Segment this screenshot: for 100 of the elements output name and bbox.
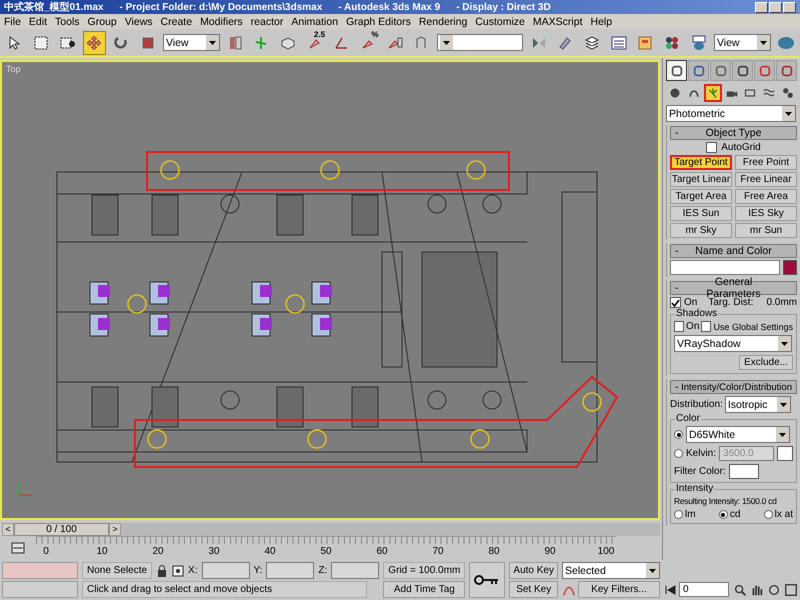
maxscript-output-field[interactable] — [2, 581, 78, 598]
menu-item[interactable]: Help — [590, 16, 612, 28]
checkbox-label: AutoGrid — [721, 142, 761, 153]
key-mode-dropdown[interactable]: Selected — [562, 562, 660, 579]
panel-tab[interactable] — [732, 60, 753, 81]
close-button[interactable] — [783, 2, 796, 12]
view-dropdown[interactable]: View — [162, 34, 220, 51]
caret-icon — [781, 342, 788, 346]
time-slider-thumb[interactable]: 0 / 100 — [14, 522, 109, 536]
toolbar-button[interactable]: 2.5 — [303, 30, 326, 54]
on-checkbox[interactable] — [670, 297, 681, 308]
distribution-dropdown[interactable]: Isotropic — [724, 396, 791, 413]
menu-item[interactable]: reactor — [250, 16, 284, 28]
absolute-mode-icon — [172, 564, 184, 576]
timeline-tick-label: 100 — [596, 546, 616, 559]
menu-item[interactable]: File — [4, 16, 21, 28]
x-coordinate-field[interactable] — [202, 562, 250, 579]
radio-button[interactable] — [764, 510, 773, 519]
menu-item[interactable]: Tools — [55, 16, 80, 28]
menu-item[interactable]: Rendering — [418, 16, 468, 28]
exclude-button[interactable]: Exclude... — [739, 355, 793, 370]
next-frame-button[interactable]: > — [109, 522, 121, 536]
filter-color-swatch[interactable] — [728, 464, 759, 479]
caret-icon — [785, 112, 792, 116]
shadows-on-checkbox[interactable] — [674, 321, 684, 332]
rollout-header[interactable]: - Name and Color — [670, 244, 797, 258]
menu-item[interactable]: Group — [88, 16, 117, 28]
timeline-tick-label: 90 — [543, 546, 557, 559]
previous-frame-button[interactable]: < — [2, 522, 14, 536]
color-preset-dropdown[interactable]: D65White — [686, 426, 790, 443]
timeline-tick-label: 50 — [319, 546, 333, 559]
light-type-button[interactable]: Target Point — [670, 155, 732, 170]
menu-item[interactable]: Edit — [28, 16, 48, 28]
radio-button[interactable] — [674, 510, 683, 519]
grid-size: Grid = 100.0mm — [383, 562, 466, 579]
radio-button[interactable] — [674, 449, 683, 458]
light-type-button[interactable]: Free Linear — [735, 172, 797, 187]
orbit-icon — [767, 582, 781, 596]
crossing-selection-icon — [60, 34, 76, 50]
light-type-button[interactable]: Free Area — [735, 189, 797, 204]
rollout-header[interactable]: - Object Type — [670, 126, 797, 140]
name-field[interactable] — [670, 260, 780, 275]
light-type-button[interactable]: mr Sun — [735, 223, 797, 238]
radio-button[interactable] — [674, 430, 683, 439]
category-button[interactable] — [704, 84, 722, 102]
menu-item[interactable]: MAXScript — [532, 16, 582, 28]
menu-item[interactable]: Customize — [475, 16, 525, 28]
type-dropdown[interactable]: Photometric — [666, 105, 796, 122]
window-title: - Autodesk 3ds Max 9 — [338, 2, 440, 12]
distance-value: 0.0mm — [766, 297, 797, 308]
time-slider-track[interactable]: < 0 / 100 > — [2, 522, 660, 536]
set-key-mode-button[interactable]: Set Key — [509, 581, 558, 598]
object-color-swatch[interactable] — [783, 260, 797, 275]
menu-item[interactable]: Create — [160, 16, 192, 28]
menu-item[interactable]: Animation — [291, 16, 338, 28]
lock-icon — [156, 564, 168, 578]
global-settings-checkbox[interactable] — [701, 321, 712, 332]
zoom-icon — [733, 582, 747, 596]
sphere-icon — [668, 87, 681, 99]
radio-label: lm — [685, 509, 696, 520]
menu-item[interactable]: Views — [124, 16, 153, 28]
add-time-tag-button[interactable]: Add Time Tag — [383, 581, 466, 598]
view-dropdown[interactable]: View — [714, 34, 770, 51]
material-spheres-icon — [664, 34, 680, 50]
light-type-button[interactable]: Free Point — [735, 155, 797, 170]
view-dropdown[interactable] — [436, 34, 524, 51]
panel-tab[interactable] — [666, 60, 687, 81]
menu-item[interactable]: Modifiers — [200, 16, 243, 28]
align-icon — [557, 34, 574, 50]
auto-key-button[interactable]: Auto Key — [509, 562, 558, 579]
rotate-icon — [112, 34, 129, 50]
kelvin-color-swatch[interactable] — [777, 446, 793, 461]
maxscript-listener-field[interactable] — [2, 562, 78, 579]
radio-label: cd — [730, 509, 740, 520]
autogrid-checkbox[interactable] — [706, 142, 718, 153]
current-frame-field[interactable]: 0 — [679, 582, 729, 597]
selection-region-icon — [32, 34, 49, 50]
toolbar-button[interactable]: % — [356, 30, 380, 54]
toolbar-button[interactable] — [82, 30, 106, 54]
field-label: Distribution: — [670, 399, 723, 410]
key-filters-button[interactable]: Key Filters... — [578, 581, 660, 598]
checkbox-label: On — [686, 321, 700, 332]
z-coordinate-field[interactable] — [331, 562, 380, 579]
shadow-type-dropdown[interactable]: VRayShadow — [674, 335, 792, 352]
y-coordinate-field[interactable] — [266, 562, 314, 579]
caret-icon — [649, 568, 656, 572]
light-type-button[interactable]: IES Sky — [735, 206, 797, 221]
curve-editor-toggle-icon — [10, 540, 26, 556]
rollout-header[interactable]: - Intensity/Color/Distribution — [670, 380, 797, 394]
menu-item[interactable]: Graph Editors — [346, 16, 411, 28]
radio-button[interactable] — [718, 510, 728, 519]
snap-value-label: 2.5 — [314, 30, 326, 38]
window-title: - Display : Direct 3D — [456, 2, 551, 12]
light-type-button[interactable]: mr Sky — [670, 223, 732, 238]
restore-button[interactable] — [769, 2, 782, 12]
minimize-button[interactable] — [755, 2, 768, 12]
set-key-button[interactable] — [469, 562, 506, 598]
light-type-button[interactable]: IES Sun — [670, 206, 732, 221]
light-type-button[interactable]: Target Area — [670, 189, 732, 204]
light-type-button[interactable]: Target Linear — [670, 172, 732, 187]
